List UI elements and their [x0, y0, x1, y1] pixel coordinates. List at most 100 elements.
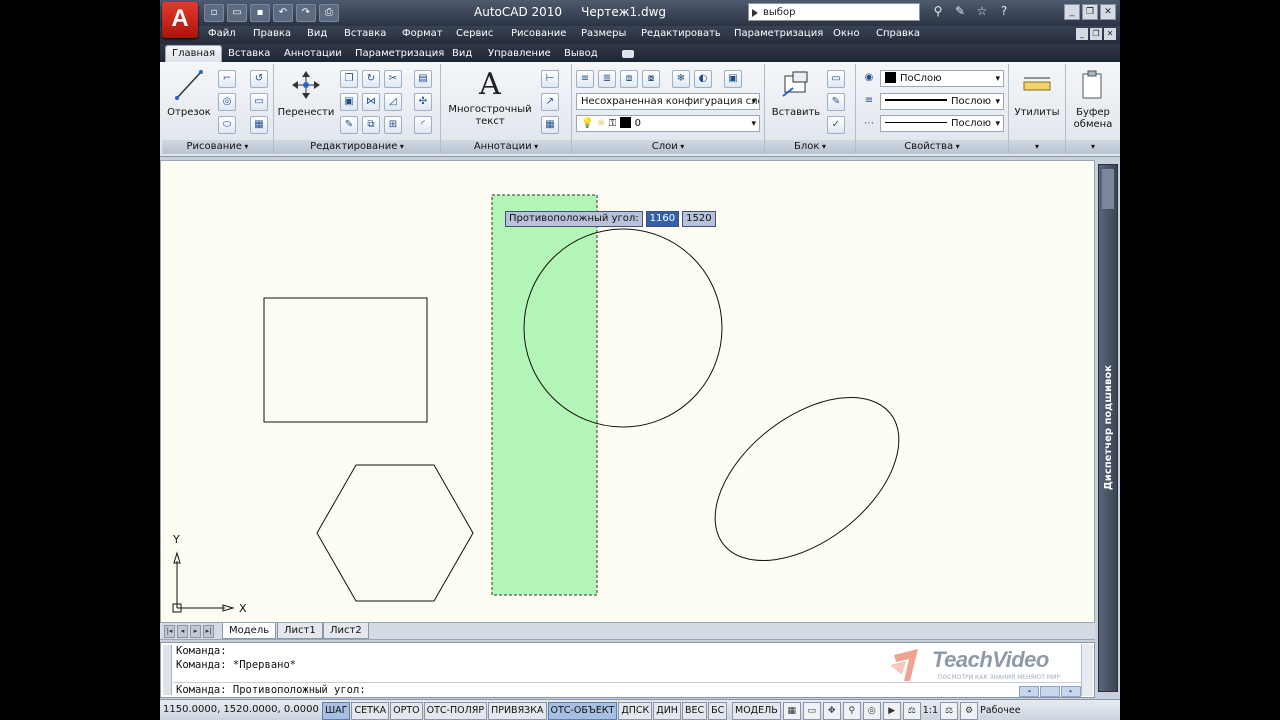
menu-file[interactable]: Файл: [208, 28, 236, 39]
dimension-icon[interactable]: ⊢: [541, 70, 559, 88]
lineweight-dropdown[interactable]: Послою: [880, 115, 1004, 132]
leader-icon[interactable]: ↗: [541, 93, 559, 111]
utilities-button[interactable]: Утилиты: [1011, 68, 1063, 118]
attribute-icon[interactable]: ✓: [827, 116, 845, 134]
linetype-icon[interactable]: ⋯: [860, 116, 878, 134]
menu-modify[interactable]: Редактировать: [641, 28, 721, 39]
application-menu-button[interactable]: A: [162, 2, 198, 38]
menu-dimension[interactable]: Размеры: [581, 28, 626, 39]
doc-restore-button[interactable]: ❐: [1090, 28, 1102, 40]
clipboard-button[interactable]: Буфер обмена: [1068, 68, 1118, 131]
status-toggle-6[interactable]: ДПСК: [618, 702, 653, 720]
menu-help[interactable]: Справка: [876, 28, 920, 39]
line-button[interactable]: Отрезок: [166, 68, 212, 118]
status-toggle-2[interactable]: ОРТО: [390, 702, 423, 720]
status-toggle-1[interactable]: СЕТКА: [351, 702, 390, 720]
layer-isolate-icon[interactable]: ⧈: [620, 70, 638, 88]
new-icon[interactable]: ▫: [204, 4, 224, 22]
save-icon[interactable]: ▪: [250, 4, 270, 22]
array-icon[interactable]: ⊞: [384, 116, 402, 134]
layers-panel-title[interactable]: Слои: [572, 140, 764, 154]
layer-freeze-icon[interactable]: ❄: [672, 70, 690, 88]
tooltip-y-field[interactable]: 1520: [682, 211, 716, 227]
copy-icon[interactable]: ❐: [340, 70, 358, 88]
hatch-icon[interactable]: ▦: [250, 116, 268, 134]
utilities-expand[interactable]: [1009, 140, 1065, 154]
rectangle-icon[interactable]: ▭: [250, 93, 268, 111]
workspace-icon[interactable]: ⚙: [960, 702, 979, 720]
menu-edit[interactable]: Правка: [253, 28, 291, 39]
block-panel-title[interactable]: Блок: [765, 140, 855, 154]
polyline-icon[interactable]: ⌐: [218, 70, 236, 88]
rotate-icon[interactable]: ↻: [362, 70, 380, 88]
arc-icon[interactable]: ↺: [250, 70, 268, 88]
search-input[interactable]: выбор: [748, 3, 920, 21]
status-toggle-9[interactable]: БС: [708, 702, 728, 720]
status-toggle-7[interactable]: ДИН: [653, 702, 681, 720]
next-tab-button[interactable]: ▸: [190, 625, 201, 638]
menu-view[interactable]: Вид: [307, 28, 327, 39]
draw-panel-title[interactable]: Рисование: [162, 140, 273, 154]
explode-icon[interactable]: ✣: [414, 93, 432, 111]
wrench-icon[interactable]: ✎: [952, 3, 968, 19]
drawing-canvas[interactable]: Y X Противоположный угол: 1160 1520: [160, 160, 1095, 623]
match-properties-icon[interactable]: ◉: [860, 70, 878, 88]
open-icon[interactable]: ▭: [227, 4, 247, 22]
fillet-icon[interactable]: ◿: [384, 93, 402, 111]
tab-output[interactable]: Вывод: [564, 46, 598, 62]
annotation-scale-value[interactable]: 1:1: [923, 703, 938, 719]
modify-panel-title[interactable]: Редактирование: [274, 140, 440, 154]
menu-window[interactable]: Окно: [833, 28, 860, 39]
status-toggle-5[interactable]: ОТС-ОБЪЕКТ: [547, 702, 618, 720]
stretch-icon[interactable]: ▣: [340, 93, 358, 111]
scroll-track[interactable]: [1040, 686, 1060, 697]
prev-tab-button[interactable]: ◂: [177, 625, 188, 638]
layer-properties-icon[interactable]: ≡: [576, 70, 594, 88]
move-button[interactable]: Перенести: [276, 68, 336, 118]
layer-lock-icon[interactable]: ▣: [724, 70, 742, 88]
clipboard-expand[interactable]: [1066, 140, 1120, 154]
table-icon[interactable]: ▦: [541, 116, 559, 134]
coordinates-readout[interactable]: 1150.0000, 1520.0000, 0.0000: [163, 704, 319, 715]
status-toggle-4[interactable]: ПРИВЯЗКА: [488, 702, 547, 720]
ellipse-shape[interactable]: [685, 365, 928, 593]
command-hscroll[interactable]: ◂ ▸: [1019, 686, 1081, 697]
mirror-icon[interactable]: ⋈: [362, 93, 380, 111]
status-toggle-0[interactable]: ШАГ: [322, 702, 351, 720]
lineweight-icon[interactable]: ≡: [860, 93, 878, 111]
color-dropdown[interactable]: ПоСлою: [880, 70, 1004, 87]
tab-view[interactable]: Вид: [452, 46, 472, 62]
workspace-value[interactable]: Рабочее: [980, 703, 1021, 719]
tooltip-x-field[interactable]: 1160: [645, 211, 680, 227]
status-toggle-8[interactable]: ВЕС: [681, 702, 708, 720]
scroll-right-icon[interactable]: ▸: [1061, 686, 1081, 697]
layer-dropdown[interactable]: 💡 ☼ ⚿ 0: [576, 115, 760, 132]
annotation-panel-title[interactable]: Аннотации: [441, 140, 571, 154]
star-icon[interactable]: ☆: [974, 3, 990, 19]
command-window-grip[interactable]: [163, 645, 172, 695]
scroll-left-icon[interactable]: ◂: [1019, 686, 1039, 697]
help-icon[interactable]: ?: [996, 3, 1012, 19]
mtext-button[interactable]: A Многострочный текст: [447, 68, 533, 128]
insert-block-button[interactable]: Вставить: [771, 68, 821, 118]
layer-state-icon[interactable]: ≣: [598, 70, 616, 88]
tab-home[interactable]: Главная: [165, 45, 223, 62]
menu-format[interactable]: Формат: [402, 28, 443, 39]
redo-icon[interactable]: ↷: [296, 4, 316, 22]
zoom-icon[interactable]: ⚲: [842, 702, 861, 720]
tab-parametric[interactable]: Параметризация: [355, 46, 444, 62]
first-tab-button[interactable]: |◂: [164, 625, 175, 638]
linetype-dropdown[interactable]: Послою: [880, 93, 1004, 110]
showmotion-icon[interactable]: ▶: [882, 702, 901, 720]
trim-icon[interactable]: ✂: [384, 70, 402, 88]
tab-model[interactable]: Модель: [222, 623, 277, 639]
last-tab-button[interactable]: ▸|: [203, 625, 214, 638]
tab-sheet1[interactable]: Лист1: [277, 623, 323, 639]
tab-sheet2[interactable]: Лист2: [323, 623, 369, 639]
annotation-scale-icon[interactable]: ⚖: [902, 702, 921, 720]
menu-draw[interactable]: Рисование: [511, 28, 566, 39]
menu-insert[interactable]: Вставка: [344, 28, 386, 39]
layer-state-dropdown[interactable]: Несохраненная конфигурация слоев: [576, 93, 760, 110]
sheet-set-manager-palette[interactable]: Диспетчер подшивок: [1098, 164, 1118, 692]
steering-wheel-icon[interactable]: ◎: [862, 702, 881, 720]
